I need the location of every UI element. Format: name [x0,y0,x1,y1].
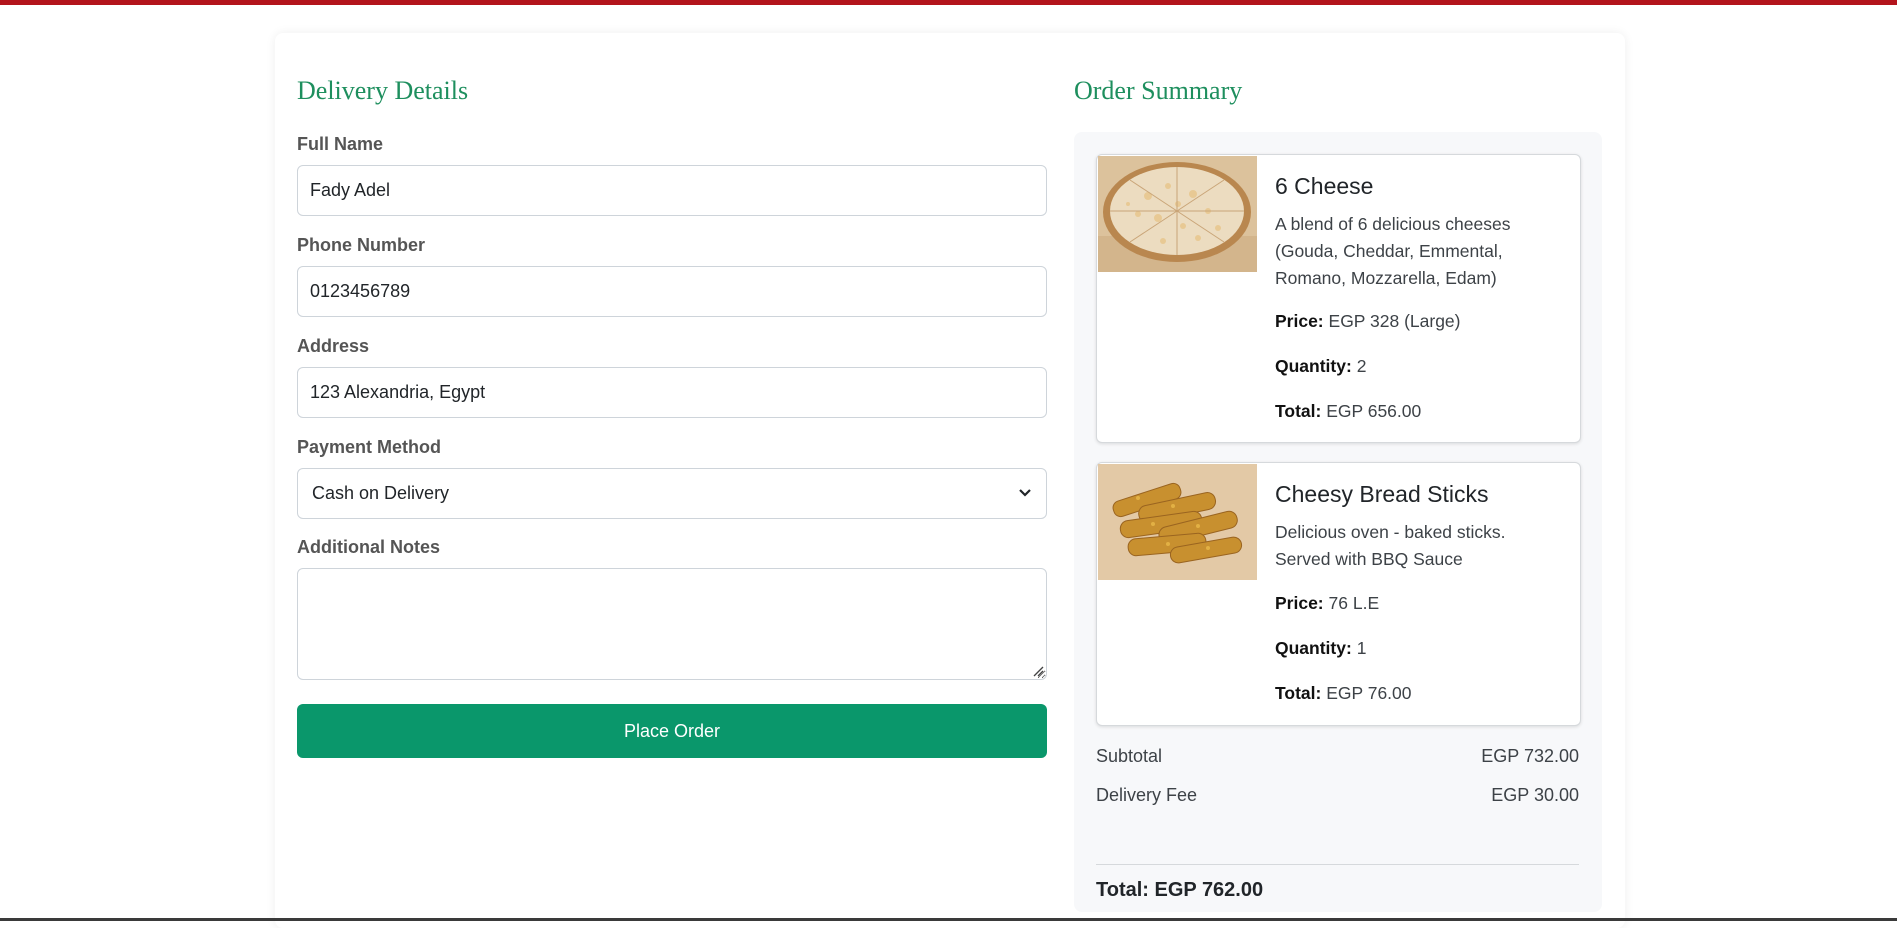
item-total: Total: EGP 656.00 [1275,401,1421,422]
phone-number-label: Phone Number [297,235,426,255]
price-value: EGP 328 (Large) [1328,311,1461,331]
subtotal-row: Subtotal EGP 732.00 [1096,746,1579,767]
order-summary-panel: 6 Cheese A blend of 6 delicious cheeses … [1074,132,1602,912]
order-item-card: Cheesy Bread Sticks Delicious oven - bak… [1096,462,1581,726]
payment-method-value: Cash on Delivery [312,483,450,503]
payment-method-select[interactable]: Cash on Delivery [297,468,1047,519]
item-price: Price: EGP 328 (Large) [1275,311,1461,332]
subtotal-label: Subtotal [1096,746,1163,766]
quantity-value: 2 [1356,356,1367,376]
price-label: Price: [1275,311,1324,331]
delivery-fee-value: EGP 30.00 [1491,785,1579,805]
item-description: Delicious oven - baked sticks. Served wi… [1275,522,1506,569]
address-label: Address [297,336,370,356]
item-quantity: Quantity: 2 [1275,356,1366,377]
item-total: Total: EGP 76.00 [1275,683,1412,704]
total-value: EGP 76.00 [1326,683,1412,703]
place-order-button[interactable]: Place Order [297,704,1047,758]
item-quantity: Quantity: 1 [1275,638,1366,659]
subtotal-value: EGP 732.00 [1481,746,1579,766]
item-name: Cheesy Bread Sticks [1275,481,1489,507]
full-name-label: Full Name [297,134,384,154]
bread-sticks-image [1098,464,1257,580]
quantity-label: Quantity: [1275,356,1352,376]
top-accent-bar [0,0,1897,5]
total-label: Total: [1275,401,1322,421]
item-name: 6 Cheese [1275,173,1374,199]
summary-divider [1096,864,1579,865]
total-label: Total: [1275,683,1322,703]
additional-notes-label: Additional Notes [297,537,440,557]
payment-method-label: Payment Method [297,437,442,457]
delivery-fee-label: Delivery Fee [1096,785,1198,805]
checkout-card: Delivery Details Full Name Phone Number … [275,33,1625,928]
item-price: Price: 76 L.E [1275,593,1379,614]
order-summary-title: Order Summary [1074,76,1243,105]
address-field[interactable] [297,367,1047,418]
total-value: EGP 656.00 [1326,401,1422,421]
item-description: A blend of 6 delicious cheeses (Gouda, C… [1275,214,1511,288]
full-name-field[interactable] [297,165,1047,216]
chevron-down-icon [1018,485,1032,503]
quantity-value: 1 [1356,638,1367,658]
resize-handle-icon[interactable] [1032,665,1044,677]
delivery-details-title: Delivery Details [297,76,469,105]
pizza-image [1098,156,1257,272]
quantity-label: Quantity: [1275,638,1352,658]
price-label: Price: [1275,593,1324,613]
delivery-fee-row: Delivery Fee EGP 30.00 [1096,785,1579,806]
grand-total: Total: EGP 762.00 [1096,879,1264,901]
order-item-card: 6 Cheese A blend of 6 delicious cheeses … [1096,154,1581,443]
additional-notes-field[interactable] [297,568,1047,680]
price-value: 76 L.E [1328,593,1380,613]
phone-number-field[interactable] [297,266,1047,317]
